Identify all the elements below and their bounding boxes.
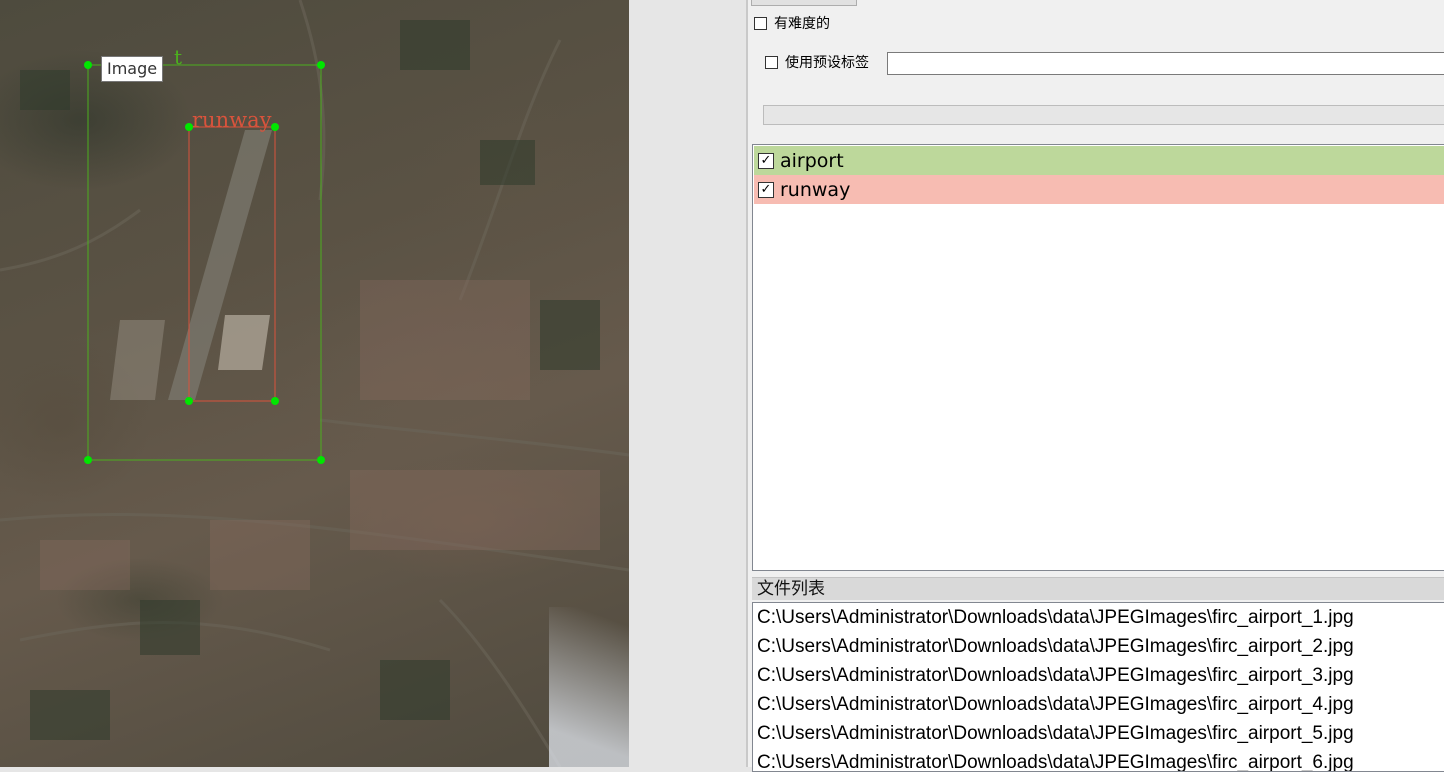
bbox-airport-handle-tl[interactable] <box>84 61 92 69</box>
label-item-name: runway <box>780 178 851 201</box>
label-item-airport[interactable]: ✓ airport <box>754 146 1444 175</box>
bbox-airport-handle-br[interactable] <box>317 456 325 464</box>
preset-label-input[interactable] <box>887 52 1444 75</box>
file-list[interactable]: C:\Users\Administrator\Downloads\data\JP… <box>752 602 1444 772</box>
use-preset-label: 使用预设标签 <box>785 55 869 71</box>
bbox-airport-handle-tr[interactable] <box>317 61 325 69</box>
bbox-runway-handle-bl[interactable] <box>185 397 193 405</box>
file-list-item[interactable]: C:\Users\Administrator\Downloads\data\JP… <box>753 719 1444 748</box>
check-icon[interactable]: ✓ <box>758 152 774 169</box>
use-preset-checkbox[interactable] <box>765 56 778 69</box>
bbox-runway-handle-br[interactable] <box>271 397 279 405</box>
file-list-item[interactable]: C:\Users\Administrator\Downloads\data\JP… <box>753 690 1444 719</box>
label-item-name: airport <box>780 149 844 172</box>
file-list-item[interactable]: C:\Users\Administrator\Downloads\data\JP… <box>753 661 1444 690</box>
difficult-label: 有难度的 <box>774 16 830 32</box>
satellite-texture <box>0 0 629 767</box>
file-list-item[interactable]: C:\Users\Administrator\Downloads\data\JP… <box>753 603 1444 632</box>
apron-west <box>110 320 165 400</box>
bbox-airport-handle-bl[interactable] <box>84 456 92 464</box>
bbox-runway-handle-tr[interactable] <box>271 123 279 131</box>
file-list-item[interactable]: C:\Users\Administrator\Downloads\data\JP… <box>753 748 1444 771</box>
label-panel: 有难度的 使用预设标签 ✓ airport ✓ runway 文件列表 C:\U… <box>748 0 1444 772</box>
bbox-runway-tag: runway <box>192 108 272 132</box>
check-icon[interactable]: ✓ <box>758 181 774 198</box>
canvas-overlay: t runway <box>0 0 629 767</box>
canvas-background <box>629 0 746 767</box>
cloud-haze <box>549 607 629 767</box>
label-list[interactable]: ✓ airport ✓ runway <box>752 144 1444 571</box>
bbox-runway-handle-tl[interactable] <box>185 123 193 131</box>
file-list-item[interactable]: C:\Users\Administrator\Downloads\data\JP… <box>753 632 1444 661</box>
difficult-checkbox[interactable] <box>754 17 767 30</box>
file-list-title: 文件列表 <box>752 577 1444 600</box>
edit-label-button[interactable] <box>751 0 857 6</box>
image-canvas[interactable]: t runway Image <box>0 0 629 767</box>
progress-bar <box>763 105 1444 125</box>
image-tooltip: Image <box>101 56 164 82</box>
apron <box>218 315 270 370</box>
label-item-runway[interactable]: ✓ runway <box>754 175 1444 204</box>
